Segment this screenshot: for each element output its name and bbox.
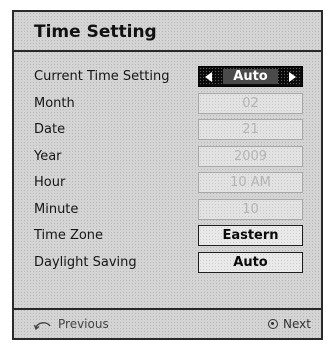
- row-current-time-setting[interactable]: Current Time Setting Auto: [14, 64, 321, 91]
- time-zone-field[interactable]: Eastern: [198, 225, 303, 246]
- year-field: 2009: [198, 145, 303, 167]
- time-zone-label: Time Zone: [34, 228, 104, 243]
- month-field: 02: [198, 92, 303, 114]
- footer-bar: Previous Next: [14, 308, 321, 338]
- row-time-zone[interactable]: Time Zone Eastern: [14, 223, 321, 250]
- right-arrow-icon[interactable]: [289, 72, 296, 82]
- row-date: Date 21: [14, 117, 321, 144]
- current-time-setting-label: Current Time Setting: [34, 69, 170, 84]
- return-arrow-icon: [34, 321, 51, 330]
- previous-button[interactable]: Previous: [34, 310, 109, 338]
- next-button[interactable]: Next: [268, 310, 311, 338]
- panel-title: Time Setting: [14, 12, 321, 52]
- month-label: Month: [34, 95, 75, 111]
- current-time-setting-selector[interactable]: Auto: [198, 66, 303, 87]
- hour-field: 10 AM: [198, 172, 303, 193]
- current-time-setting-value: Auto: [223, 69, 278, 84]
- hour-label: Hour: [34, 175, 66, 190]
- next-label: Next: [283, 317, 311, 331]
- row-year: Year 2009: [14, 144, 321, 171]
- date-label: Date: [34, 122, 66, 137]
- row-minute: Minute 10: [14, 197, 321, 224]
- row-month: Month 02: [14, 91, 321, 118]
- daylight-saving-label: Daylight Saving: [34, 254, 137, 270]
- row-hour: Hour 10 AM: [14, 170, 321, 197]
- minute-field: 10: [198, 198, 303, 220]
- daylight-saving-field[interactable]: Auto: [198, 251, 303, 273]
- minute-label: Minute: [34, 201, 79, 217]
- time-setting-panel: Time Setting Current Time Setting Auto M…: [12, 10, 323, 340]
- date-field: 21: [198, 119, 303, 140]
- ok-button-icon: [268, 318, 279, 329]
- row-daylight-saving[interactable]: Daylight Saving Auto: [14, 250, 321, 277]
- previous-label: Previous: [58, 317, 109, 331]
- left-arrow-icon[interactable]: [205, 72, 212, 82]
- settings-list: Current Time Setting Auto Month 02 Date …: [14, 64, 321, 276]
- year-label: Year: [34, 148, 62, 164]
